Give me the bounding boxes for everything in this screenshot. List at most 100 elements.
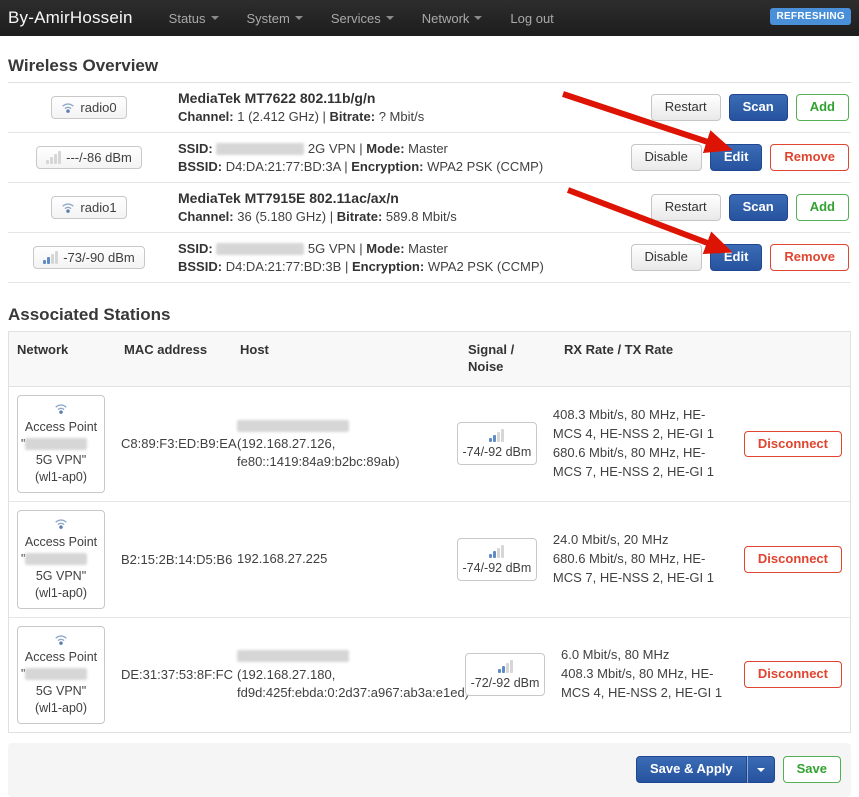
encryption-label: Encryption:	[352, 259, 424, 274]
station-host: (192.168.27.126, fe80::1419:84a9:b2bc:89…	[229, 409, 449, 480]
channel-label: Channel:	[178, 209, 234, 224]
mode-label: Mode:	[366, 241, 404, 256]
channel-value: 36 (5.180 GHz)	[237, 209, 326, 224]
encryption-value: WPA2 PSK (CCMP)	[428, 259, 544, 274]
nav-item-label: System	[247, 11, 290, 26]
nav-item-label: Network	[422, 11, 470, 26]
separator: |	[323, 109, 326, 124]
radio1-details: Channel: 36 (5.180 GHz) | Bitrate: 589.8…	[178, 208, 575, 226]
wireless-overview-table: radio0 MediaTek MT7622 802.11b/g/n Chann…	[8, 82, 851, 283]
col-header-host: Host	[232, 332, 460, 386]
rx-rate: 24.0 Mbit/s, 20 MHz	[553, 532, 669, 547]
scan-button[interactable]: Scan	[729, 194, 788, 221]
separator: |	[330, 209, 333, 224]
rx-rate: 6.0 Mbit/s, 80 MHz	[561, 647, 669, 662]
bssid-label: BSSID:	[178, 259, 222, 274]
network-ssid: 5G VPN"	[21, 683, 101, 700]
disconnect-button[interactable]: Disconnect	[744, 546, 842, 573]
wifi-icon	[61, 201, 75, 215]
encryption-label: Encryption:	[351, 159, 423, 174]
save-apply-button[interactable]: Save & Apply	[636, 756, 747, 783]
network-type: Access Point	[21, 649, 101, 666]
tx-rate: 680.6 Mbit/s, 80 MHz, HE-MCS 7, HE-NSS 2…	[553, 445, 714, 479]
ssid-label: SSID:	[178, 241, 213, 256]
col-header-mac: MAC address	[116, 332, 232, 386]
edit-button-2g[interactable]: Edit	[710, 144, 763, 171]
channel-value: 1 (2.412 GHz)	[237, 109, 319, 124]
remove-button[interactable]: Remove	[770, 244, 849, 271]
station-mac: C8:89:F3:ED:B9:EA	[113, 428, 229, 459]
add-button[interactable]: Add	[796, 194, 849, 221]
signal-value: -72/-92 dBm	[470, 676, 540, 690]
brand-link[interactable]: By-AmirHossein	[8, 8, 133, 28]
bssid-value: D4:DA:21:77:BD:3B	[226, 259, 342, 274]
wifi-icon	[61, 101, 75, 115]
nav-item-label: Services	[331, 11, 381, 26]
chevron-down-icon	[211, 16, 219, 20]
edit-button-5g[interactable]: Edit	[710, 244, 763, 271]
redacted-ssid	[25, 438, 87, 450]
radio1-row: radio1 MediaTek MT7915E 802.11ac/ax/n Ch…	[8, 183, 851, 233]
network-ssid: 5G VPN"	[21, 568, 101, 585]
network-iface: (wl1-ap0)	[21, 469, 101, 486]
ssid-value: 5G VPN	[308, 241, 356, 256]
restart-button[interactable]: Restart	[651, 94, 721, 121]
station-rates: 6.0 Mbit/s, 80 MHz 408.3 Mbit/s, 80 MHz,…	[553, 638, 736, 711]
radio1-device-name: MediaTek MT7915E 802.11ac/ax/n	[178, 189, 575, 208]
host-addresses: (192.168.27.180, fd9d:425f:ebda:0:2d37:a…	[237, 667, 469, 700]
add-button[interactable]: Add	[796, 94, 849, 121]
station-rates: 24.0 Mbit/s, 20 MHz 680.6 Mbit/s, 80 MHz…	[545, 523, 736, 596]
save-button[interactable]: Save	[783, 756, 841, 783]
tx-rate: 680.6 Mbit/s, 80 MHz, HE-MCS 7, HE-NSS 2…	[553, 551, 714, 585]
signal-badge-2g: ---/-86 dBm	[36, 146, 142, 169]
signal-bars-icon	[43, 251, 58, 264]
remove-button[interactable]: Remove	[770, 144, 849, 171]
signal-value: -74/-92 dBm	[462, 561, 532, 575]
wireless-overview-title: Wireless Overview	[8, 56, 851, 76]
nav-item-logout[interactable]: Log out	[496, 11, 567, 26]
radio0-row: radio0 MediaTek MT7622 802.11b/g/n Chann…	[8, 83, 851, 133]
save-apply-dropdown-button[interactable]	[747, 756, 775, 783]
station-host: (192.168.27.180, fd9d:425f:ebda:0:2d37:a…	[229, 639, 457, 710]
wifi-icon	[54, 517, 68, 531]
station-row: Access Point " 5G VPN" (wl1-ap0) DE:31:3…	[9, 618, 850, 732]
redacted-ssid	[25, 553, 87, 565]
station-row: Access Point " 5G VPN" (wl1-ap0) C8:89:F…	[9, 387, 850, 502]
ssid-line: SSID: 5G VPN | Mode: Master	[178, 240, 575, 258]
restart-button[interactable]: Restart	[651, 194, 721, 221]
radio0-badge: radio0	[51, 96, 126, 119]
radio1-label: radio1	[80, 200, 116, 215]
network-ssid: 5G VPN"	[21, 452, 101, 469]
redacted-ssid	[216, 243, 304, 255]
station-signal-badge: -74/-92 dBm	[457, 538, 537, 581]
signal-bars-icon	[498, 660, 513, 673]
signal-bars-icon	[489, 545, 504, 558]
stations-table-header: Network MAC address Host Signal / Noise …	[9, 332, 850, 387]
disconnect-button[interactable]: Disconnect	[744, 431, 842, 458]
disable-button[interactable]: Disable	[631, 144, 702, 171]
nav-item-status[interactable]: Status	[155, 11, 233, 26]
mode-value: Master	[408, 241, 448, 256]
network-type: Access Point	[21, 419, 101, 436]
wifi-icon	[54, 633, 68, 647]
separator: |	[344, 159, 347, 174]
nav-menu: Status System Services Network Log out	[155, 11, 568, 26]
bssid-line: BSSID: D4:DA:21:77:BD:3B | Encryption: W…	[178, 258, 575, 276]
navbar: By-AmirHossein Status System Services Ne…	[0, 0, 859, 36]
nav-item-system[interactable]: System	[233, 11, 317, 26]
redacted-hostname	[237, 420, 349, 432]
disconnect-button[interactable]: Disconnect	[744, 661, 842, 688]
scan-button[interactable]: Scan	[729, 94, 788, 121]
nav-item-services[interactable]: Services	[317, 11, 408, 26]
stations-table: Network MAC address Host Signal / Noise …	[8, 331, 851, 733]
disable-button[interactable]: Disable	[631, 244, 702, 271]
bitrate-value: ? Mbit/s	[379, 109, 425, 124]
nav-item-label: Log out	[510, 11, 553, 26]
wifi-icon	[54, 402, 68, 416]
nav-item-label: Status	[169, 11, 206, 26]
mode-value: Master	[408, 141, 448, 156]
station-host: 192.168.27.225	[229, 542, 449, 576]
refreshing-status-badge[interactable]: REFRESHING	[770, 8, 851, 25]
separator: |	[359, 241, 362, 256]
nav-item-network[interactable]: Network	[408, 11, 497, 26]
